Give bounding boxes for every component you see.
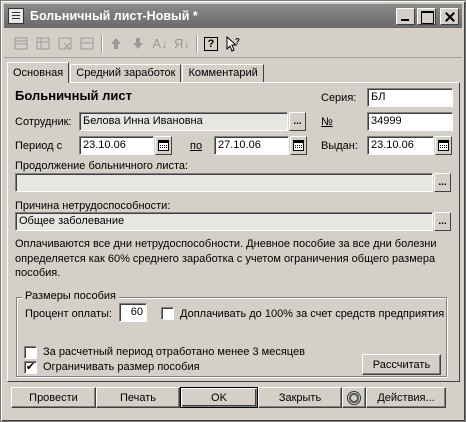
edit-row-icon[interactable] [76, 33, 98, 55]
employee-select-button[interactable]: ... [289, 112, 306, 131]
form-heading: Больничный лист [15, 88, 133, 103]
minimize-button[interactable] [396, 7, 415, 25]
help-glyph: ? [204, 36, 218, 51]
benefit-size-group-title: Размеры пособия [22, 290, 119, 302]
sort-asc-icon[interactable]: A↓ [149, 33, 171, 55]
sick-leave-window: Больничный лист-Новый * A↓ Я↓ ? ? Основн… [0, 0, 466, 422]
move-up-icon[interactable] [105, 33, 127, 55]
maximize-button[interactable] [417, 7, 436, 25]
period-to-label: по [190, 140, 203, 152]
calculate-button[interactable]: Рассчитать [362, 354, 441, 375]
new-row-icon[interactable] [10, 33, 32, 55]
calendar-icon [158, 140, 169, 151]
svg-text:?: ? [235, 37, 240, 46]
actions-button[interactable]: Действия... [366, 387, 446, 408]
help-button[interactable] [342, 387, 366, 408]
copy-row-icon[interactable] [32, 33, 54, 55]
reason-field[interactable]: Общее заболевание [15, 212, 433, 231]
document-icon [8, 8, 24, 24]
less-than-3-months-checkbox[interactable] [24, 346, 37, 359]
series-label: Серия: [321, 92, 357, 104]
period-to-field[interactable]: 27.10.06 [214, 136, 289, 155]
issued-calendar-button[interactable] [435, 136, 452, 155]
continuation-field[interactable] [15, 173, 433, 192]
tab-average-earnings[interactable]: Средний заработок [70, 64, 182, 83]
ok-button[interactable]: OK [180, 387, 258, 408]
period-from-label: Период с [15, 140, 62, 152]
topup-checkbox[interactable] [161, 307, 174, 320]
continuation-label: Продолжение больничного листа: [15, 160, 189, 172]
context-help-icon[interactable]: ? [222, 33, 244, 55]
topup-label: Доплачивать до 100% за счет средств пред… [180, 308, 445, 320]
window-title: Больничный лист-Новый * [30, 9, 198, 23]
percent-field[interactable]: 60 [119, 303, 147, 322]
delete-row-icon[interactable] [54, 33, 76, 55]
series-field[interactable]: БЛ [367, 88, 453, 107]
move-down-icon[interactable] [127, 33, 149, 55]
toolbar-separator [196, 34, 197, 53]
number-field[interactable]: 34999 [367, 112, 453, 131]
continuation-select-button[interactable]: ... [434, 173, 451, 192]
period-from-field[interactable]: 23.10.06 [79, 136, 154, 155]
employee-label: Сотрудник: [15, 116, 72, 128]
tab-main[interactable]: Основная [7, 62, 70, 83]
reason-select-button[interactable]: ... [434, 212, 451, 231]
period-from-calendar-button[interactable] [155, 136, 172, 155]
period-from-label-text: Период с [15, 140, 63, 152]
tab-comment[interactable]: Комментарий [182, 64, 264, 83]
limit-benefit-checkbox[interactable]: ✔ [24, 361, 37, 374]
close-window-button[interactable] [440, 7, 459, 25]
limit-benefit-label: Ограничивать размер пособия [43, 361, 200, 373]
calendar-icon [438, 140, 449, 151]
calendar-icon [293, 140, 304, 151]
issued-label: Выдан: [321, 140, 358, 152]
help-circle-icon [347, 390, 361, 405]
percent-label: Процент оплаты: [25, 308, 112, 320]
toolbar-separator [101, 34, 102, 53]
tab-strip: Основная Средний заработок Комментарий [7, 62, 265, 83]
number-label: № [321, 116, 333, 128]
title-bar[interactable]: Больничный лист-Новый * [4, 4, 462, 28]
close-button[interactable]: Закрыть [258, 387, 342, 408]
period-to-calendar-button[interactable] [290, 136, 307, 155]
employee-field[interactable]: Белова Инна Ивановна [79, 112, 288, 131]
less-than-3-months-label: За расчетный период отработано менее 3 м… [43, 346, 305, 358]
toolbar: A↓ Я↓ ? ? [4, 30, 462, 58]
issued-date-field[interactable]: 23.10.06 [367, 136, 434, 155]
reason-label: Причина нетрудоспособности: [15, 200, 171, 212]
payment-info-text: Оплачиваются все дни нетрудоспособности.… [15, 238, 437, 279]
post-button[interactable]: Провести [11, 387, 96, 408]
sort-desc-icon[interactable]: Я↓ [171, 33, 193, 55]
print-button[interactable]: Печать [96, 387, 180, 408]
help-icon[interactable]: ? [200, 33, 222, 55]
